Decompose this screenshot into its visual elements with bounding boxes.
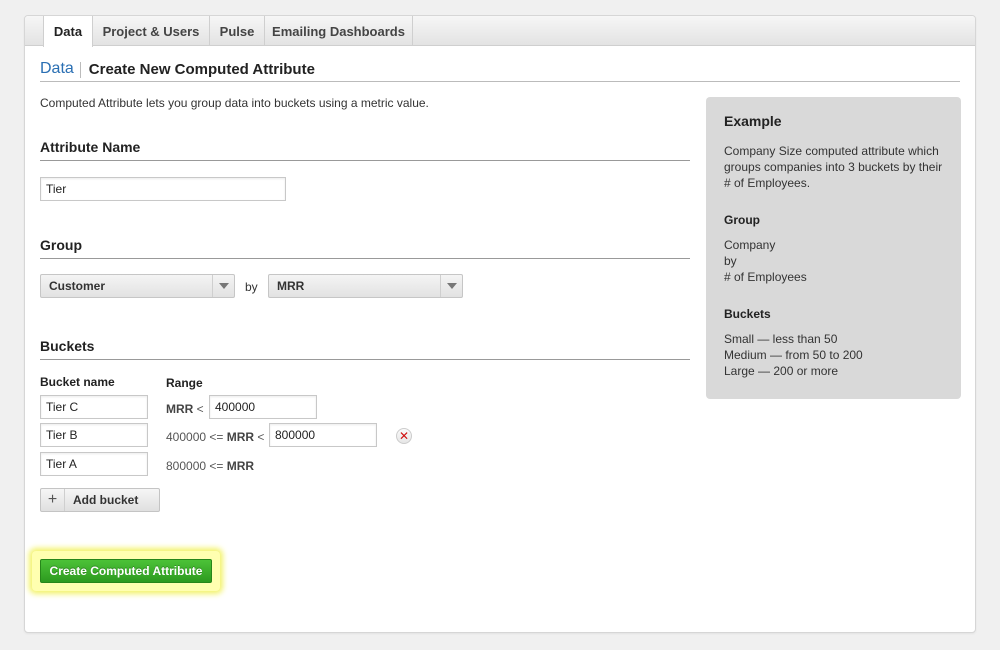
example-bucket-list: Small — less than 50 Medium — from 50 to…	[724, 331, 943, 379]
bucket-range-text: 800000 <= MRR	[166, 459, 254, 473]
group-metric-value: MRR	[277, 279, 305, 293]
group-by-label: by	[245, 280, 258, 294]
create-computed-attribute-button[interactable]: Create Computed Attribute	[40, 559, 212, 583]
range-column-header: Range	[166, 376, 203, 390]
group-heading: Group	[40, 237, 690, 259]
range-lower-bound: 400000 <=	[166, 430, 224, 444]
range-metric: MRR	[226, 459, 255, 473]
example-group-heading: Group	[724, 213, 760, 227]
example-bucket-line: Small — less than 50	[724, 332, 838, 346]
example-group-list: Company by # of Employees	[724, 237, 943, 285]
chevron-down-icon	[212, 275, 234, 297]
example-group-line: Company	[724, 238, 776, 252]
range-operator: <	[257, 430, 265, 444]
range-metric: MRR	[226, 430, 255, 444]
tab-pulse[interactable]: Pulse	[210, 16, 265, 46]
breadcrumb-data-link[interactable]: Data	[40, 60, 74, 78]
group-entity-value: Customer	[49, 279, 106, 293]
chevron-down-icon	[440, 275, 462, 297]
bucket-upper-input[interactable]	[269, 423, 377, 447]
plus-icon: +	[41, 489, 65, 511]
example-description: Company Size computed attribute which gr…	[724, 144, 943, 190]
bucket-name-input[interactable]	[40, 395, 148, 419]
tab-emailing-dashboards[interactable]: Emailing Dashboards	[265, 16, 413, 46]
range-metric: MRR	[166, 402, 194, 416]
bucket-upper-input[interactable]	[209, 395, 317, 419]
attribute-name-heading: Attribute Name	[40, 139, 690, 161]
bucket-range-text: 400000 <= MRR <	[166, 430, 264, 444]
range-operator: <	[196, 402, 204, 416]
tab-data[interactable]: Data	[43, 16, 93, 47]
breadcrumb-divider	[79, 62, 81, 78]
remove-bucket-icon[interactable]: ✕	[396, 428, 412, 444]
example-box: Example Company Size computed attribute …	[706, 97, 961, 399]
attribute-name-heading-text: Attribute Name	[40, 139, 141, 155]
buckets-heading: Buckets	[40, 338, 690, 360]
main-panel: Data Project & Users Pulse Emailing Dash…	[24, 15, 976, 633]
example-buckets-heading: Buckets	[724, 307, 771, 321]
example-title: Example	[724, 113, 782, 129]
example-bucket-line: Medium — from 50 to 200	[724, 348, 863, 362]
bucket-name-input[interactable]	[40, 423, 148, 447]
bucket-name-column-header: Bucket name	[40, 375, 115, 389]
attribute-name-input[interactable]	[40, 177, 286, 201]
add-bucket-label: Add bucket	[73, 493, 139, 507]
group-heading-text: Group	[40, 237, 82, 253]
example-group-line: by	[724, 254, 737, 268]
page-title: Create New Computed Attribute	[88, 61, 315, 78]
bucket-range-text: MRR <	[166, 402, 204, 416]
buckets-heading-text: Buckets	[40, 338, 95, 354]
group-entity-select[interactable]: Customer	[40, 274, 235, 298]
add-bucket-button[interactable]: + Add bucket	[40, 488, 160, 512]
intro-text: Computed Attribute lets you group data i…	[40, 96, 429, 110]
group-metric-select[interactable]: MRR	[268, 274, 463, 298]
tab-bar: Data Project & Users Pulse Emailing Dash…	[25, 16, 975, 47]
example-group-line: # of Employees	[724, 270, 807, 284]
bucket-name-input[interactable]	[40, 452, 148, 476]
tab-project-users[interactable]: Project & Users	[93, 16, 210, 46]
example-bucket-line: Large — 200 or more	[724, 364, 839, 378]
range-lower-bound: 800000 <=	[166, 459, 224, 473]
page-header: Data Create New Computed Attribute	[40, 60, 960, 82]
